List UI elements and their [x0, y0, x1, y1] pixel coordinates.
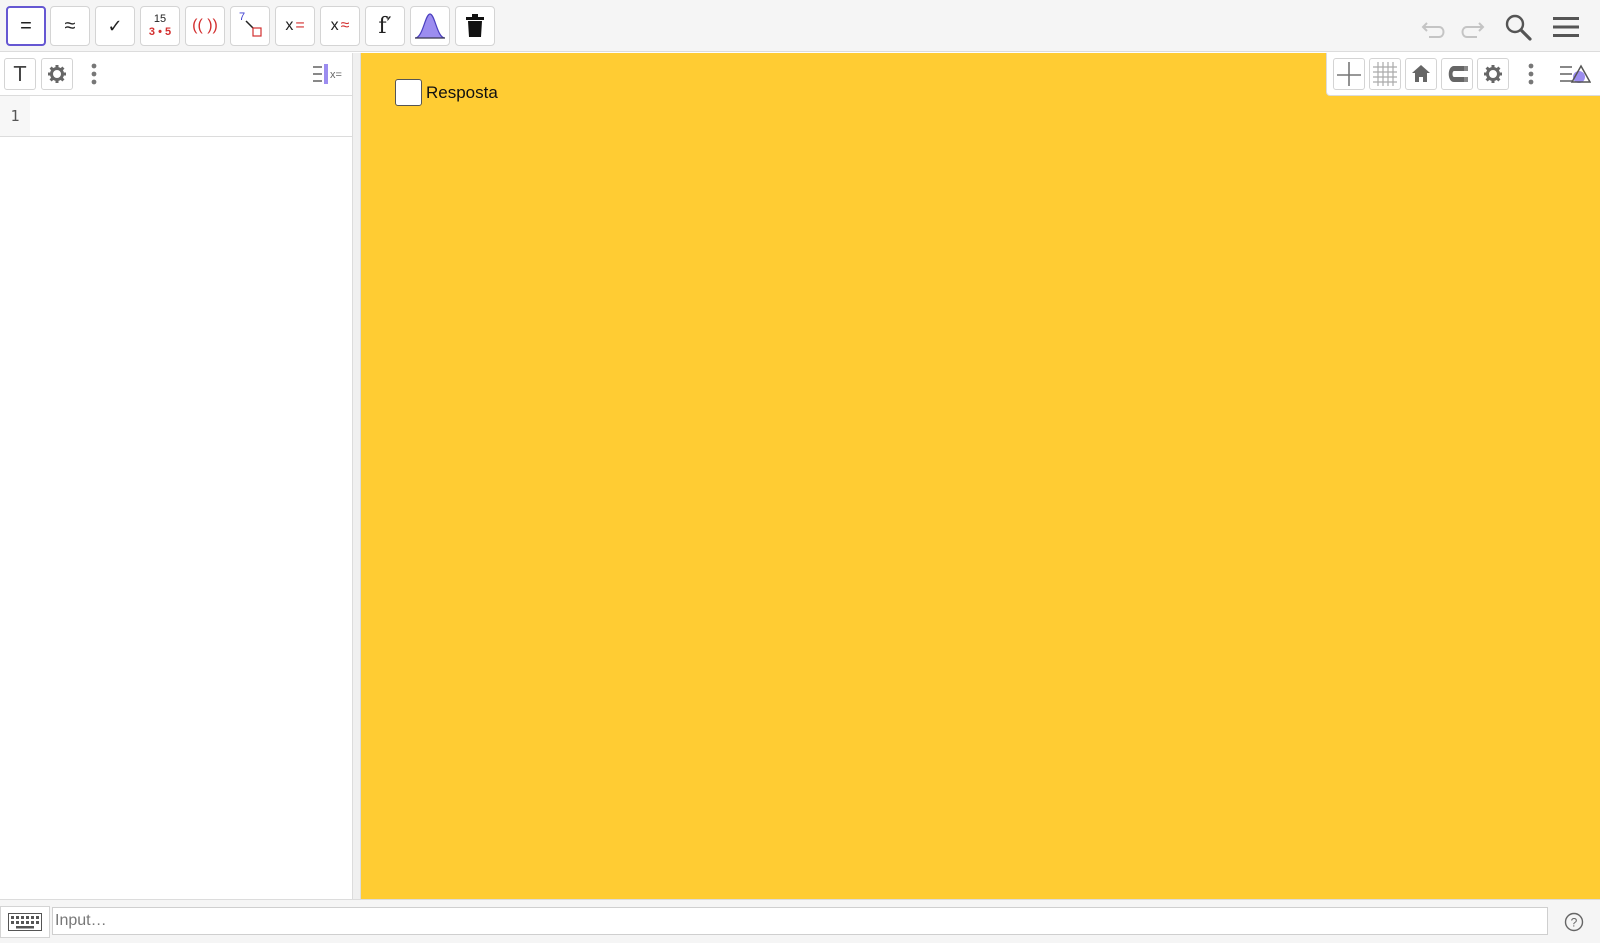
factor-tool-button[interactable]: 15 3 • 5 [140, 6, 180, 46]
cas-view: T x= 1 [0, 53, 353, 899]
expand-tool-button[interactable]: (( )) [185, 6, 225, 46]
input-help-button[interactable]: ? [1562, 910, 1586, 934]
redo-button[interactable] [1454, 10, 1488, 44]
search-icon [1505, 14, 1532, 41]
cas-more-button[interactable] [78, 58, 110, 90]
input-field[interactable] [52, 907, 1548, 935]
derivative-icon: f′ [378, 13, 392, 39]
gear-icon [1484, 65, 1502, 83]
show-axes-button[interactable] [1333, 58, 1365, 90]
cas-row-number: 1 [0, 96, 30, 136]
search-button[interactable] [1501, 10, 1535, 44]
resposta-checkbox[interactable]: Resposta [395, 79, 498, 106]
substitute-tool-button[interactable]: 7 [230, 6, 270, 46]
solve-tool-button[interactable]: x = [275, 6, 315, 46]
equals-icon: = [20, 14, 32, 37]
more-vertical-icon [1528, 63, 1534, 85]
numeric-tool-button[interactable]: ≈ [50, 6, 90, 46]
point-capturing-button[interactable] [1441, 58, 1473, 90]
graphics-style-toggle-button[interactable] [1559, 58, 1591, 90]
keep-input-tool-button[interactable]: ✓ [95, 6, 135, 46]
magnet-icon [1448, 66, 1468, 82]
grid-icon [1373, 62, 1397, 86]
show-grid-button[interactable] [1369, 58, 1401, 90]
solve-icon-equals: = [295, 17, 305, 34]
axes-icon [1337, 62, 1361, 86]
toggle-style-bar-button[interactable]: x= [312, 58, 344, 90]
factor-icon-top: 15 [153, 13, 167, 25]
trash-icon [466, 14, 484, 37]
derivative-tool-button[interactable]: f′ [365, 6, 405, 46]
text-style-button[interactable]: T [4, 58, 36, 90]
undo-button[interactable] [1418, 10, 1452, 44]
check-icon: ✓ [107, 15, 123, 36]
expand-icon: (( )) [192, 17, 218, 34]
probability-calculator-button[interactable] [410, 6, 450, 46]
delete-tool-button[interactable] [455, 6, 495, 46]
solve-numerically-tool-button[interactable]: x ≈ [320, 6, 360, 46]
evaluate-tool-button[interactable]: = [6, 6, 46, 46]
help-icon: ? [1564, 912, 1584, 932]
cas-row[interactable]: 1 [0, 96, 353, 137]
svg-text:?: ? [1571, 916, 1578, 930]
svg-text:x=: x= [330, 69, 342, 81]
nsolve-icon-approx: ≈ [340, 17, 350, 34]
view-splitter[interactable] [353, 53, 361, 899]
graphics-more-button[interactable] [1515, 58, 1547, 90]
graphics-style-toggle-icon [1560, 64, 1591, 83]
factor-icon-bottom: 3 • 5 [148, 26, 172, 38]
solve-icon-x: x [285, 17, 294, 34]
undo-icon [1421, 22, 1445, 38]
virtual-keyboard-button[interactable] [0, 906, 50, 938]
style-bar-toggle-icon: x= [313, 64, 342, 84]
approx-icon: ≈ [64, 14, 76, 37]
graphics-settings-button[interactable] [1477, 58, 1509, 90]
input-bar: ? [0, 899, 1600, 943]
checkbox-label: Resposta [426, 82, 498, 102]
nsolve-icon-x: x [330, 17, 339, 34]
graphics-view[interactable]: Resposta [361, 53, 1600, 899]
more-vertical-icon [91, 63, 97, 85]
cas-settings-button[interactable] [41, 58, 73, 90]
substitute-icon: 7 [235, 11, 265, 41]
checkbox-box[interactable] [395, 79, 422, 106]
bell-curve-icon [414, 13, 446, 39]
text-style-icon: T [13, 62, 27, 86]
cas-style-bar: T x= [0, 53, 353, 96]
redo-icon [1461, 22, 1485, 38]
main-menu-button[interactable] [1549, 10, 1583, 44]
cas-toolbar: = ≈ ✓ 15 3 • 5 (( )) 7 x = x ≈ f′ [0, 0, 1600, 52]
home-icon [1412, 65, 1430, 82]
hamburger-menu-icon [1553, 17, 1579, 37]
graphics-style-bar [1326, 53, 1600, 96]
gear-icon [48, 65, 66, 83]
standard-view-button[interactable] [1405, 58, 1437, 90]
keyboard-icon [8, 913, 42, 931]
